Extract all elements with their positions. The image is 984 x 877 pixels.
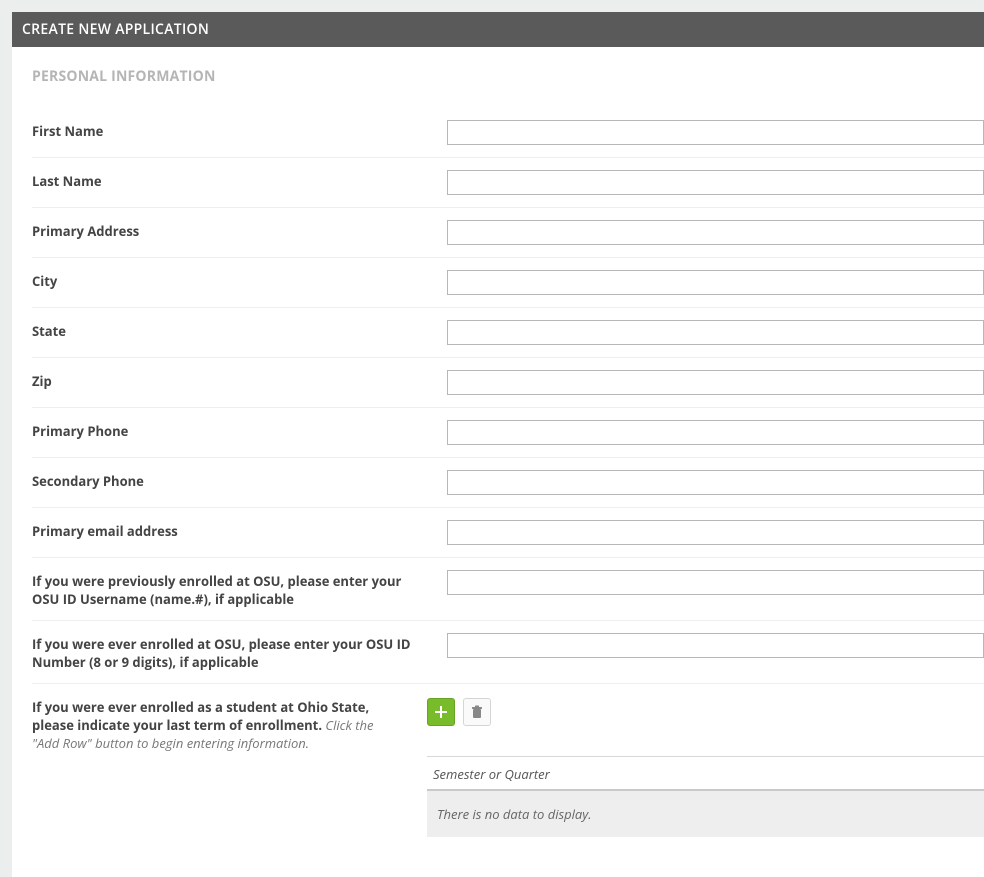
zip-label: Zip: [32, 370, 447, 390]
first-name-input[interactable]: [447, 120, 984, 145]
address-label: Primary Address: [32, 220, 447, 240]
last-name-label: Last Name: [32, 170, 447, 190]
last-term-label: If you were ever enrolled as a student a…: [32, 698, 427, 752]
last-term-label-bold: If you were ever enrolled as a student a…: [32, 698, 369, 734]
delete-row-button[interactable]: [463, 698, 491, 726]
zip-input[interactable]: [447, 370, 984, 395]
primary-email-label: Primary email address: [32, 520, 447, 540]
section-title: PERSONAL INFORMATION: [32, 67, 984, 86]
grid-column-header: Semester or Quarter: [427, 757, 984, 791]
secondary-phone-input[interactable]: [447, 470, 984, 495]
primary-phone-input[interactable]: [447, 420, 984, 445]
primary-email-input[interactable]: [447, 520, 984, 545]
plus-icon: [434, 705, 448, 719]
first-name-label: First Name: [32, 120, 447, 140]
primary-phone-label: Primary Phone: [32, 420, 447, 440]
state-input[interactable]: [447, 320, 984, 345]
osu-id-label: If you were ever enrolled at OSU, please…: [32, 633, 447, 671]
state-label: State: [32, 320, 447, 340]
osu-username-label: If you were previously enrolled at OSU, …: [32, 570, 447, 608]
panel-header: CREATE NEW APPLICATION: [12, 12, 984, 47]
last-term-grid: Semester or Quarter There is no data to …: [427, 756, 984, 837]
address-input[interactable]: [447, 220, 984, 245]
secondary-phone-label: Secondary Phone: [32, 470, 447, 490]
city-label: City: [32, 270, 447, 290]
add-row-button[interactable]: [427, 698, 455, 726]
trash-icon: [470, 705, 484, 719]
city-input[interactable]: [447, 270, 984, 295]
osu-username-input[interactable]: [447, 570, 984, 595]
last-name-input[interactable]: [447, 170, 984, 195]
osu-id-input[interactable]: [447, 633, 984, 658]
